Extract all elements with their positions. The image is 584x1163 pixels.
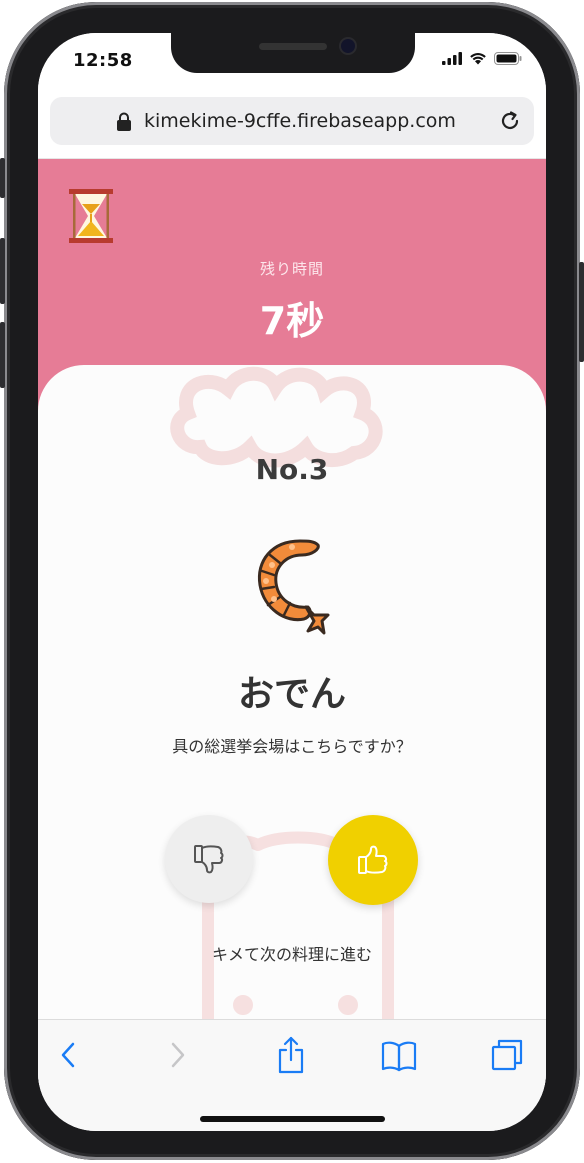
notch [171,33,415,73]
vote-card: No.3 おでん 具の総選挙会場はこちらですか？ キメて次の料理に進む [38,365,546,1085]
url-text[interactable]: kimekime-9cffe.firebaseapp.com [144,110,456,132]
address-bar[interactable]: kimekime-9cffe.firebaseapp.com [50,97,534,145]
front-camera [341,39,355,53]
shrimp-tempura-icon [257,539,330,635]
like-button[interactable] [328,815,418,905]
dislike-button[interactable] [165,815,253,903]
battery-icon [494,52,522,65]
thumbs-up-icon [358,845,388,874]
cellular-signal-icon [442,52,462,65]
phone-screen: 12:58 kimekime-9cffe.firebaseapp.com 残り時… [38,33,546,1131]
remaining-time-value: 7秒 [259,299,325,343]
volume-up-button [0,238,5,304]
status-time: 12:58 [73,50,133,71]
remaining-time-label: 残り時間 [259,260,324,278]
food-name: おでん [237,674,346,715]
share-icon[interactable] [276,1036,306,1074]
forward-icon[interactable] [168,1040,188,1070]
status-icons [442,52,522,65]
home-indicator [200,1116,385,1122]
volume-down-button [0,322,5,388]
reload-icon[interactable] [498,109,522,133]
hourglass-icon [69,189,113,243]
bookmarks-icon[interactable] [381,1040,417,1072]
back-icon[interactable] [58,1040,78,1070]
lock-icon [117,112,131,131]
thumbs-down-icon [194,845,224,874]
mute-switch [0,158,5,198]
vote-question: 具の総選挙会場はこちらですか？ [172,737,412,756]
safari-toolbar [38,1019,546,1131]
tabs-icon[interactable] [490,1038,524,1072]
speaker [259,43,327,50]
next-dish-label: キメて次の料理に進む [211,945,372,964]
item-number: No.3 [255,453,329,486]
power-button [579,262,584,362]
wifi-icon [470,53,486,65]
address-bar-area: kimekime-9cffe.firebaseapp.com [38,91,546,159]
